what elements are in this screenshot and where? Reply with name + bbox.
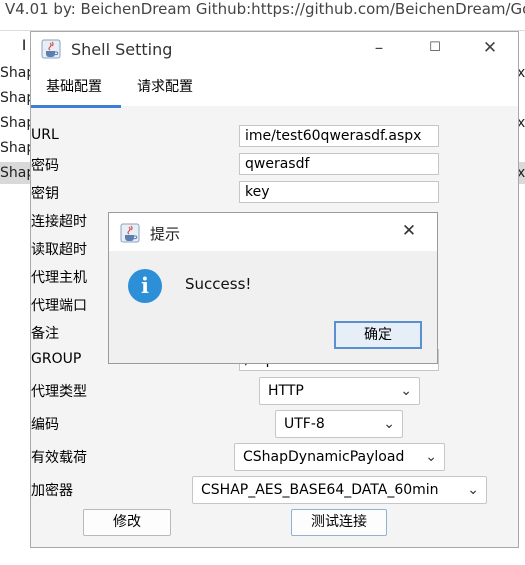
read-timeout-label: 读取超时 (31, 242, 87, 258)
password-field[interactable]: qwerasdf (239, 153, 439, 175)
shell-list-row[interactable]: Shap (0, 87, 30, 109)
tab-request-config[interactable]: 请求配置 (137, 76, 193, 96)
proxy-host-label: 代理主机 (31, 270, 87, 286)
proxy-type-value: HTTP (268, 383, 304, 399)
maximize-icon[interactable]: ☐ (425, 38, 445, 58)
column-header-partial: I (22, 38, 27, 54)
modify-button[interactable]: 修改 (83, 509, 171, 536)
shell-list-row-selected[interactable]: Shap (0, 162, 30, 184)
remark-label: 备注 (31, 326, 59, 342)
password-label: 密码 (31, 158, 59, 174)
encoding-value: UTF-8 (284, 416, 325, 432)
alert-title: 提示 (150, 225, 181, 243)
chevron-down-icon: ⌄ (467, 482, 479, 498)
tab-basic-config[interactable]: 基础配置 (46, 76, 102, 96)
main-window-title: V4.01 by: BeichenDream Github:https://gi… (5, 0, 525, 18)
close-icon[interactable]: ✕ (399, 221, 419, 241)
shell-list-row[interactable]: Shap (0, 137, 30, 159)
group-label: GROUP (31, 351, 82, 367)
payload-select[interactable]: CShapDynamicPayload ⌄ (234, 443, 445, 471)
key-label: 密钥 (31, 186, 59, 202)
close-icon[interactable]: ✕ (480, 38, 500, 58)
payload-value: CShapDynamicPayload (243, 449, 405, 465)
encoding-select[interactable]: UTF-8 ⌄ (275, 410, 403, 438)
info-icon: i (128, 269, 162, 303)
minimize-icon[interactable]: – (369, 38, 389, 58)
alert-dialog: 提示 ✕ i Success! 确定 (108, 212, 438, 364)
url-field[interactable]: ime/test60qwerasdf.aspx (239, 125, 439, 147)
proxy-port-label: 代理端口 (31, 298, 87, 314)
chevron-down-icon: ⌄ (400, 383, 412, 399)
shell-list-row[interactable]: Shap (0, 62, 30, 84)
java-icon (120, 223, 140, 243)
dialog-titlebar: Shell Setting – ☐ ✕ (31, 32, 518, 66)
test-connection-button[interactable]: 测试连接 (291, 509, 387, 536)
chevron-down-icon: ⌄ (383, 416, 395, 432)
url-label: URL (31, 127, 59, 143)
tab-bar (31, 66, 518, 106)
alert-titlebar: 提示 ✕ (109, 213, 437, 251)
cryption-value: CSHAP_AES_BASE64_DATA_60min (201, 482, 439, 498)
proxy-type-select[interactable]: HTTP ⌄ (259, 377, 420, 405)
shell-list-row[interactable]: Shap (0, 112, 30, 134)
alert-message: Success! (185, 275, 252, 293)
ok-button[interactable]: 确定 (334, 321, 422, 349)
cryption-label: 加密器 (31, 483, 73, 499)
chevron-down-icon: ⌄ (425, 449, 437, 465)
encoding-label: 编码 (31, 417, 59, 433)
cryption-select[interactable]: CSHAP_AES_BASE64_DATA_60min ⌄ (192, 476, 487, 504)
key-field[interactable]: key (239, 181, 439, 203)
payload-label: 有效载荷 (31, 450, 87, 466)
proxy-type-label: 代理类型 (31, 384, 87, 400)
dialog-title: Shell Setting (71, 40, 173, 59)
java-icon (41, 39, 61, 59)
active-tab-indicator (31, 105, 121, 108)
connect-timeout-label: 连接超时 (31, 214, 87, 230)
